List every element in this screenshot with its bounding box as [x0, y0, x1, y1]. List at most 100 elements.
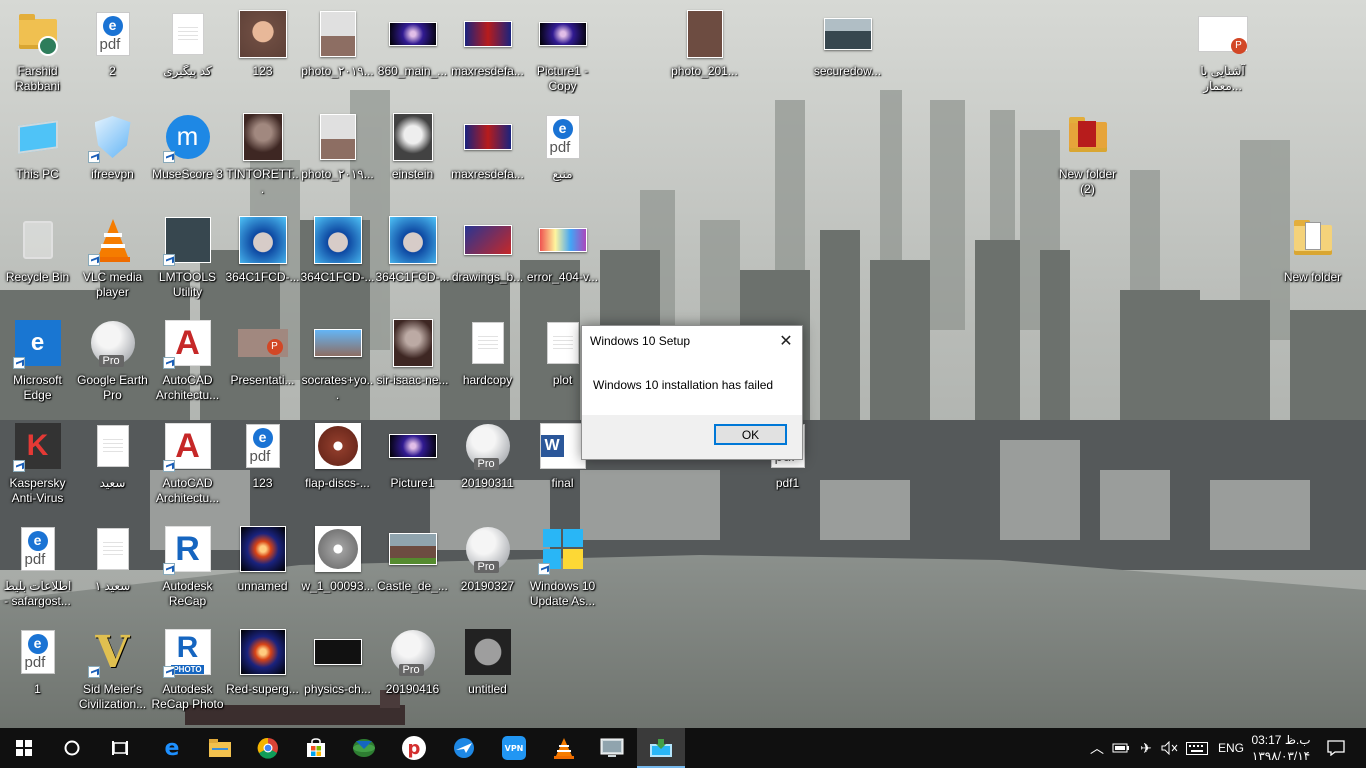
- desktop-icon[interactable]: drawings_b...: [450, 210, 525, 310]
- desktop-icon[interactable]: error_404-v...: [525, 210, 600, 310]
- action-center-button[interactable]: [1316, 728, 1356, 768]
- desktop-icon[interactable]: maxresdefa...: [450, 4, 525, 104]
- desktop-icon[interactable]: sir-isaac-ne...: [375, 313, 450, 413]
- desktop-icon-label: New folder: [1283, 270, 1342, 284]
- shortcut-arrow-icon: [162, 357, 175, 369]
- desktop-icon[interactable]: maxresdefa...: [450, 107, 525, 207]
- search-circle-icon: [64, 740, 80, 756]
- windows-setup-dialog[interactable]: Windows 10 Setup ✕ Windows 10 installati…: [581, 325, 803, 460]
- start-button[interactable]: [0, 728, 48, 768]
- desktop-icon-label: Presentati...: [230, 373, 295, 387]
- desktop-icon[interactable]: socrates+yo...: [300, 313, 375, 413]
- desktop-icon[interactable]: 860_main_...: [375, 4, 450, 104]
- desktop-icon[interactable]: ifreevpn: [75, 107, 150, 207]
- desktop-icon[interactable]: LMTOOLS Utility: [150, 210, 225, 310]
- desktop-icon[interactable]: e pdf 1: [0, 622, 75, 722]
- desktop-icon[interactable]: e pdf منبع: [525, 107, 600, 207]
- airplane-mode-tray-button[interactable]: ✈: [1134, 728, 1158, 768]
- desktop-icon[interactable]: m MuseScore 3: [150, 107, 225, 207]
- desktop-icon[interactable]: 20190416: [375, 622, 450, 722]
- desktop-icon[interactable]: P Presentati...: [225, 313, 300, 413]
- taskbar-psiphon[interactable]: p: [390, 728, 438, 768]
- desktop-icon[interactable]: A AutoCAD Architectu...: [150, 313, 225, 413]
- taskbar-vlc[interactable]: [540, 728, 588, 768]
- desktop-icon-label: physics-ch...: [304, 682, 371, 696]
- desktop-icon[interactable]: flap-discs-...: [300, 416, 375, 516]
- desktop-icon[interactable]: A AutoCAD Architectu...: [150, 416, 225, 516]
- desktop-icon[interactable]: P آشنایی با معمار...: [1185, 4, 1260, 104]
- desktop-icon[interactable]: New folder (2): [1050, 107, 1125, 207]
- desktop-icon[interactable]: Red-superg...: [225, 622, 300, 722]
- desktop-icon[interactable]: Google Earth Pro: [75, 313, 150, 413]
- touch-keyboard-button[interactable]: [1182, 728, 1212, 768]
- taskbar-windows-setup[interactable]: [637, 728, 685, 768]
- desktop-icon-label: securedow...: [813, 64, 882, 78]
- desktop-icon[interactable]: V Sid Meier's Civilization...: [75, 622, 150, 722]
- desktop-icon[interactable]: einstein: [375, 107, 450, 207]
- download-manager-globe-icon: [353, 739, 375, 757]
- taskbar-vpn[interactable]: VPN: [490, 728, 538, 768]
- desktop-icon[interactable]: physics-ch...: [300, 622, 375, 722]
- battery-tray-button[interactable]: [1110, 728, 1132, 768]
- desktop-icon-label: 123: [252, 64, 273, 78]
- desktop-icon[interactable]: 123: [225, 4, 300, 104]
- desktop-icon[interactable]: TINTORETT...: [225, 107, 300, 207]
- desktop-icon[interactable]: w_1_00093...: [300, 519, 375, 619]
- desktop-icon[interactable]: VLC media player: [75, 210, 150, 310]
- desktop-icon[interactable]: سعید ۱: [75, 519, 150, 619]
- desktop-icon[interactable]: سعید: [75, 416, 150, 516]
- desktop-icon[interactable]: photo_۲۰۱۹...: [300, 107, 375, 207]
- search-button[interactable]: [48, 728, 96, 768]
- taskbar-remote-desktop[interactable]: [588, 728, 636, 768]
- desktop-icon[interactable]: New folder: [1275, 210, 1350, 310]
- desktop-icon[interactable]: Farshid Rabbani: [0, 4, 75, 104]
- desktop-icon[interactable]: e pdf 123: [225, 416, 300, 516]
- desktop-icon[interactable]: hardcopy: [450, 313, 525, 413]
- desktop-icon[interactable]: This PC: [0, 107, 75, 207]
- taskbar-file-explorer[interactable]: [196, 728, 244, 768]
- recycle-icon: [12, 214, 64, 266]
- ok-button[interactable]: OK: [714, 424, 787, 445]
- taskbar-internet-download-manager[interactable]: [340, 728, 388, 768]
- desktop-icon[interactable]: R PHOTO Autodesk ReCap Photo: [150, 622, 225, 722]
- taskbar-vpn-client[interactable]: [440, 728, 488, 768]
- show-hidden-icons-button[interactable]: ︿: [1086, 728, 1108, 768]
- desktop[interactable]: Farshid Rabbani e pdf 2 کد پیگیری 123 photo_۲۰…: [0, 0, 1366, 728]
- desktop-icon[interactable]: e pdf 2: [75, 4, 150, 104]
- desktop-icon[interactable]: Windows 10 Update As...: [525, 519, 600, 619]
- desktop-icon[interactable]: Castle_de_...: [375, 519, 450, 619]
- desktop-icon[interactable]: e pdf اطلاعات بلیط - safargost...: [0, 519, 75, 619]
- desktop-icon[interactable]: K Kaspersky Anti-Virus: [0, 416, 75, 516]
- language-indicator[interactable]: ENG: [1214, 728, 1248, 768]
- desktop-icon[interactable]: untitled: [450, 622, 525, 722]
- taskbar-store[interactable]: [292, 728, 340, 768]
- photo-dark-icon: [462, 111, 514, 163]
- desktop-icon[interactable]: Picture1 - Copy: [525, 4, 600, 104]
- desktop-icon[interactable]: securedow...: [810, 4, 885, 104]
- desktop-icon[interactable]: R Autodesk ReCap: [150, 519, 225, 619]
- desktop-icon[interactable]: 364C1FCD-...: [375, 210, 450, 310]
- edge-icon: e: [12, 317, 64, 369]
- dialog-titlebar[interactable]: Windows 10 Setup ✕: [582, 326, 802, 356]
- desktop-icon[interactable]: photo_201...: [667, 4, 742, 104]
- taskbar-edge[interactable]: e: [148, 728, 196, 768]
- desktop-icon[interactable]: 364C1FCD-...: [300, 210, 375, 310]
- desktop-icon[interactable]: Recycle Bin: [0, 210, 75, 310]
- clock-button[interactable]: 03:17 ب.ظ ۱۳۹۸/۰۳/۱۴: [1250, 728, 1312, 768]
- desktop-icon[interactable]: 20190327: [450, 519, 525, 619]
- close-icon[interactable]: ✕: [770, 326, 802, 356]
- taskbar-chrome[interactable]: [244, 728, 292, 768]
- volume-tray-button[interactable]: [1158, 728, 1182, 768]
- desktop-icon[interactable]: Picture1: [375, 416, 450, 516]
- photo-nebula-icon: [237, 523, 289, 575]
- desktop-icon-label: final: [551, 476, 574, 490]
- plane-icon: [454, 738, 474, 758]
- desktop-icon[interactable]: 364C1FCD-...: [225, 210, 300, 310]
- desktop-icon[interactable]: unnamed: [225, 519, 300, 619]
- ppt-icon: P: [1197, 8, 1249, 60]
- desktop-icon[interactable]: photo_۲۰۱۹...: [300, 4, 375, 104]
- desktop-icon[interactable]: e Microsoft Edge: [0, 313, 75, 413]
- task-view-button[interactable]: [96, 728, 144, 768]
- desktop-icon[interactable]: 20190311: [450, 416, 525, 516]
- desktop-icon[interactable]: کد پیگیری: [150, 4, 225, 104]
